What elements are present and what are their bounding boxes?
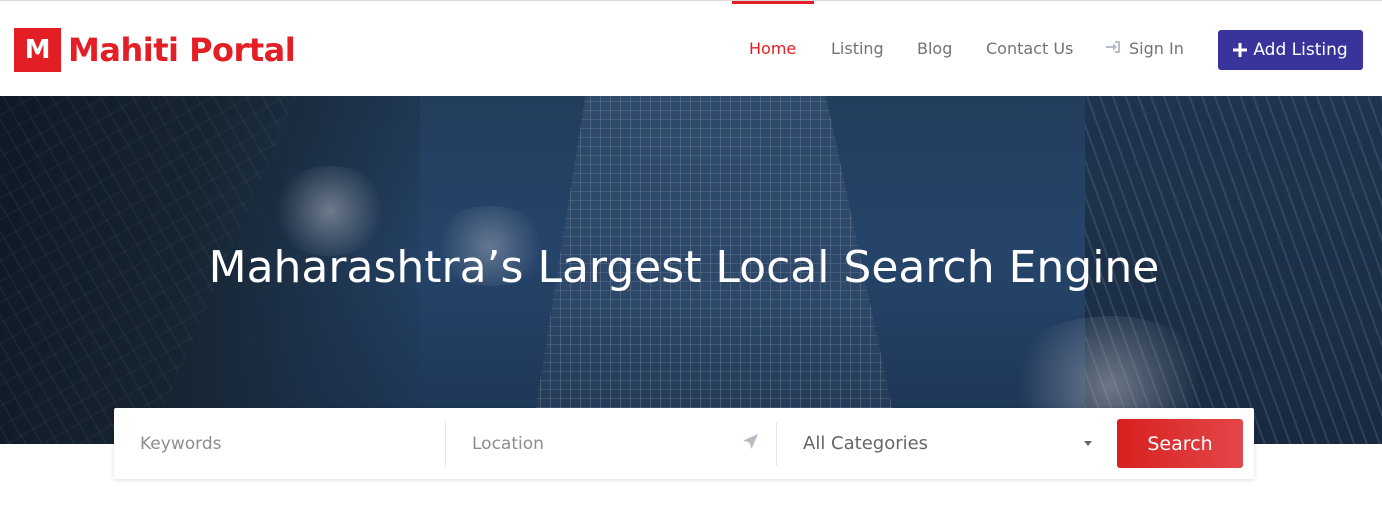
- nav-listing[interactable]: Listing: [831, 39, 884, 58]
- logo-badge: M: [14, 28, 61, 72]
- nav-contact-us[interactable]: Contact Us: [986, 39, 1073, 58]
- nav-active-indicator: [732, 1, 814, 4]
- hero-banner: Maharashtra’s Largest Local Search Engin…: [0, 96, 1382, 444]
- sign-in-label: Sign In: [1129, 39, 1184, 58]
- nav-home[interactable]: Home: [749, 39, 796, 58]
- keywords-placeholder: Keywords: [140, 433, 222, 454]
- add-listing-button[interactable]: Add Listing: [1218, 30, 1363, 70]
- nav-blog[interactable]: Blog: [917, 39, 952, 58]
- location-placeholder: Location: [472, 433, 544, 454]
- keywords-input[interactable]: Keywords: [114, 408, 445, 479]
- logo-text: Mahiti Portal: [68, 31, 296, 69]
- location-arrow-icon[interactable]: [742, 433, 760, 451]
- search-bar: Keywords Location All Categories Search: [114, 408, 1254, 479]
- hero-title: Maharashtra’s Largest Local Search Engin…: [208, 242, 1160, 293]
- plus-icon: [1233, 40, 1248, 60]
- search-button[interactable]: Search: [1117, 419, 1243, 468]
- category-select[interactable]: All Categories: [777, 408, 1107, 479]
- chevron-down-icon[interactable]: [1084, 441, 1092, 446]
- site-header: M Mahiti Portal Home Listing Blog Contac…: [0, 1, 1382, 96]
- nav-sign-in[interactable]: Sign In: [1105, 39, 1184, 58]
- sign-in-icon: [1105, 40, 1121, 58]
- category-selected: All Categories: [803, 433, 929, 454]
- add-listing-label: Add Listing: [1253, 40, 1348, 60]
- brand-logo[interactable]: M Mahiti Portal: [14, 28, 296, 72]
- location-input[interactable]: Location: [446, 408, 776, 479]
